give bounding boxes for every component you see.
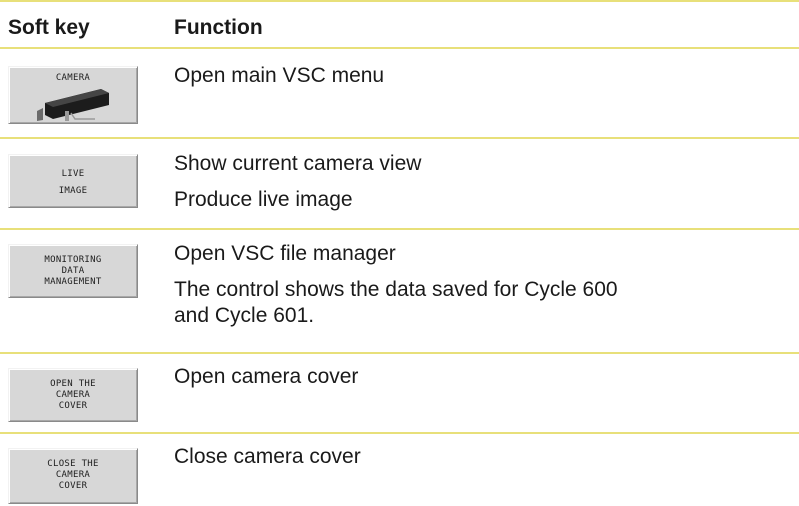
camera-icon [37,89,109,121]
function-text: Close camera cover [174,445,361,468]
softkey-label: MONITORING [44,255,102,265]
softkey-close-camera-cover-button[interactable]: CLOSE THE CAMERA COVER [8,448,138,504]
function-text: Show current camera view [174,152,422,175]
softkey-label: DATA [61,266,85,276]
table-row: LIVE IMAGE Show current camera view Prod… [0,139,799,225]
softkey-label: CAMERA [55,390,91,400]
softkey-monitoring-data-management-button[interactable]: MONITORING DATA MANAGEMENT [8,244,138,298]
softkey-label: IMAGE [58,186,88,196]
softkey-label: COVER [58,401,88,411]
function-text: Open main VSC menu [174,64,385,87]
table-row: CLOSE THE CAMERA COVER Close camera cove… [0,434,799,506]
softkey-label: CAMERA [55,470,91,480]
function-text: Open camera cover [174,365,359,388]
table-row: MONITORING DATA MANAGEMENT Open VSC file… [0,230,799,349]
function-text: Open VSC file manager [174,242,396,265]
softkey-label: MANAGEMENT [44,277,102,287]
function-text: and Cycle 601. [174,304,315,327]
softkey-label: OPEN THE [50,379,96,389]
softkey-label: COVER [58,481,88,491]
table-row: CAMERA Open main VSC menu [0,49,799,135]
column-header-softkey: Soft key [8,16,90,39]
column-header-function: Function [174,16,263,39]
function-text: Produce live image [174,188,353,211]
softkey-open-camera-cover-button[interactable]: OPEN THE CAMERA COVER [8,368,138,422]
softkey-label: LIVE [61,169,85,179]
function-text: The control shows the data saved for Cyc… [174,278,618,301]
softkey-live-image-button[interactable]: LIVE IMAGE [8,154,138,208]
softkey-label: CLOSE THE [47,459,99,469]
table-header-row: Soft key Function [0,0,799,46]
softkey-camera-button[interactable]: CAMERA [8,66,138,124]
table-row: OPEN THE CAMERA COVER Open camera cover [0,354,799,430]
